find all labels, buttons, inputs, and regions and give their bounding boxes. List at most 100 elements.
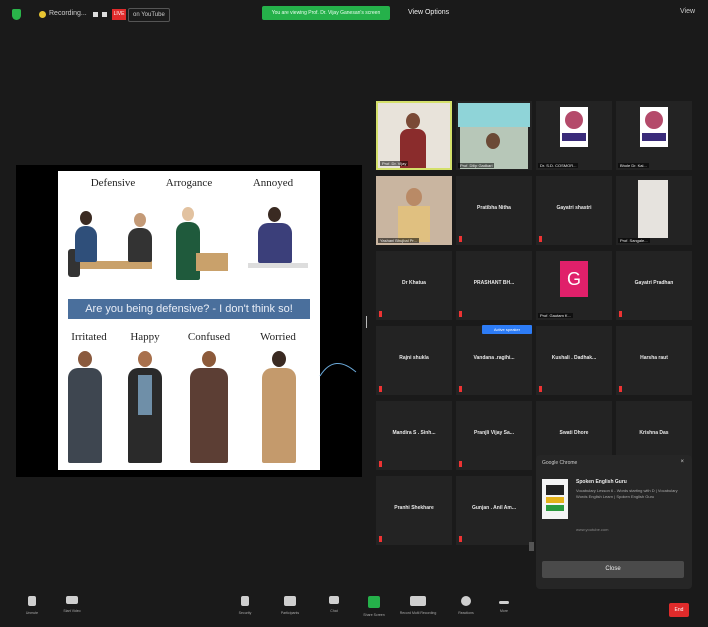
toolbar-label: More xyxy=(500,609,508,613)
participant-name: Dr Khatua xyxy=(402,280,426,286)
more-button[interactable]: More xyxy=(484,596,524,613)
slide-question-banner: Are you being defensive? - I don't think… xyxy=(68,299,310,319)
notification-close-button[interactable]: Close xyxy=(542,561,684,578)
participant-tile[interactable]: Yashani Bhujbal Pr... xyxy=(376,176,452,245)
muted-mic-icon xyxy=(459,386,462,392)
end-meeting-button[interactable]: End xyxy=(669,603,689,617)
toolbar-label: Start Video xyxy=(63,609,81,613)
muted-mic-icon xyxy=(379,461,382,467)
participant-tile[interactable]: Pranhi Shekhare xyxy=(376,476,452,545)
participants-button[interactable]: Participants xyxy=(270,596,310,615)
muted-mic-icon xyxy=(379,386,382,392)
slide-label-defensive: Defensive xyxy=(90,177,136,189)
share-screen-button[interactable]: Share Screen xyxy=(354,596,394,617)
smile-icon xyxy=(461,596,471,606)
pause-recording-icon[interactable] xyxy=(93,12,98,17)
viewing-screen-banner: You are viewing Prof. Dr. Vijay Ganesan'… xyxy=(262,6,390,20)
participant-tile[interactable]: Pratibha Nitha xyxy=(456,176,532,245)
participant-tile[interactable]: Bhole Dr. Kal... xyxy=(616,101,692,170)
participant-name: Pranjli Vijay Sa... xyxy=(474,430,514,436)
participant-tile[interactable]: Gayatri Pradhan xyxy=(616,251,692,320)
video-camera-icon xyxy=(66,596,78,604)
participant-tile[interactable]: Kushali . Dadhak... xyxy=(536,326,612,395)
toolbar-label: Security xyxy=(238,611,252,615)
muted-mic-icon xyxy=(459,236,462,242)
toolbar-label: Participants xyxy=(280,611,300,615)
participant-name: Prof. Dr. Vijay xyxy=(380,161,409,166)
participant-tile[interactable]: Dr. S.D. COSMOR... xyxy=(536,101,612,170)
record-icon xyxy=(410,596,426,606)
muted-mic-icon xyxy=(539,236,542,242)
muted-mic-icon xyxy=(459,311,462,317)
share-screen-icon xyxy=(368,596,380,608)
slide-label-annoyed: Annoyed xyxy=(252,177,294,189)
close-icon[interactable]: × xyxy=(680,459,684,465)
stop-recording-icon[interactable] xyxy=(102,12,107,17)
participant-name: Pratibha Nitha xyxy=(477,205,511,211)
muted-mic-icon xyxy=(379,536,382,542)
participant-tile[interactable]: Pranjli Vijay Sa... xyxy=(456,401,532,470)
unmute-button[interactable]: Unmute xyxy=(12,596,52,615)
participant-name: Harsha raut xyxy=(640,355,668,361)
collapse-panel-handle[interactable] xyxy=(529,542,534,551)
participant-tile[interactable]: Vandana .ragihi... xyxy=(456,326,532,395)
participant-avatar: G xyxy=(560,261,588,297)
slide-label-happy: Happy xyxy=(130,331,160,343)
view-button[interactable]: View xyxy=(680,8,695,15)
muted-mic-icon xyxy=(539,386,542,392)
meeting-top-bar: Recording... LIVE on YouTube You are vie… xyxy=(0,0,708,32)
participant-name: Gayatri Pradhan xyxy=(634,280,674,286)
participant-name: Pranhi Shekhare xyxy=(394,505,434,511)
participant-tile[interactable]: Prof. Dilip Gadkari xyxy=(456,101,532,170)
toolbar-label: Chat xyxy=(330,609,338,613)
participant-name: Vandana .ragihi... xyxy=(473,355,515,361)
notification-url: www.youtube.com xyxy=(576,527,609,532)
chat-icon xyxy=(329,596,339,604)
muted-mic-icon xyxy=(459,461,462,467)
recording-indicator-icon xyxy=(39,11,46,18)
toolbar-label: Share Screen xyxy=(363,613,385,617)
toolbar-label: Reactions xyxy=(458,611,474,615)
toolbar-label: Record Multi Recording xyxy=(399,611,437,615)
participant-name: Yashani Bhujbal Pr... xyxy=(378,238,419,243)
reactions-button[interactable]: Reactions xyxy=(446,596,486,615)
presentation-slide: Defensive Arrogance Annoyed Are you bein… xyxy=(58,171,320,470)
participant-name: Prof. Sangale... xyxy=(618,238,650,243)
participant-tile[interactable]: Gunjan . Anil Am... xyxy=(456,476,532,545)
active-speaker-badge: Active speaker xyxy=(482,325,532,334)
notification-description: Vocabulary Lesson 6 - Words starting wit… xyxy=(576,488,678,499)
muted-mic-icon xyxy=(459,536,462,542)
security-button[interactable]: Security xyxy=(225,596,265,615)
participant-tile[interactable]: Prof. Dr. Vijay xyxy=(376,101,452,170)
panel-resize-handle[interactable] xyxy=(366,316,367,328)
participant-tile[interactable]: G Prof. Gautam K... xyxy=(536,251,612,320)
participant-tile[interactable]: Rajni shukla xyxy=(376,326,452,395)
participant-name: Krishna Das xyxy=(639,430,669,436)
participant-tile[interactable]: PRASHANT BH... xyxy=(456,251,532,320)
participant-tile[interactable]: Mandira S . Sinh... xyxy=(376,401,452,470)
participant-name: Swati Dhore xyxy=(559,430,589,436)
annotation-line xyxy=(319,363,357,377)
participant-name: Rajni shukla xyxy=(399,355,429,361)
participant-tile[interactable]: Dr Khatua xyxy=(376,251,452,320)
start-video-button[interactable]: Start Video xyxy=(52,596,92,613)
chrome-notification: Google Chrome × Spoken English Guru Voca… xyxy=(536,455,692,589)
notification-source: Google Chrome xyxy=(542,460,578,466)
slide-label-confused: Confused xyxy=(187,331,231,343)
muted-mic-icon xyxy=(619,386,622,392)
record-button[interactable]: Record Multi Recording xyxy=(398,596,438,615)
participants-icon xyxy=(284,596,296,606)
view-options-menu[interactable]: View Options xyxy=(408,9,449,16)
participant-tile[interactable]: Prof. Sangale... xyxy=(616,176,692,245)
participant-name: Mandira S . Sinh... xyxy=(392,430,436,436)
participant-name: Gunjan . Anil Am... xyxy=(471,505,517,511)
more-icon xyxy=(499,601,509,604)
live-destination-dropdown[interactable]: on YouTube xyxy=(128,8,170,22)
security-shield-icon[interactable] xyxy=(12,9,21,20)
chat-button[interactable]: Chat xyxy=(314,596,354,613)
participant-name: PRASHANT BH... xyxy=(473,280,515,286)
participant-tile[interactable]: Gayatri shastri xyxy=(536,176,612,245)
slide-label-arrogance: Arrogance xyxy=(165,177,213,189)
participant-name: Gayatri shastri xyxy=(556,205,592,211)
participant-tile[interactable]: Harsha raut xyxy=(616,326,692,395)
